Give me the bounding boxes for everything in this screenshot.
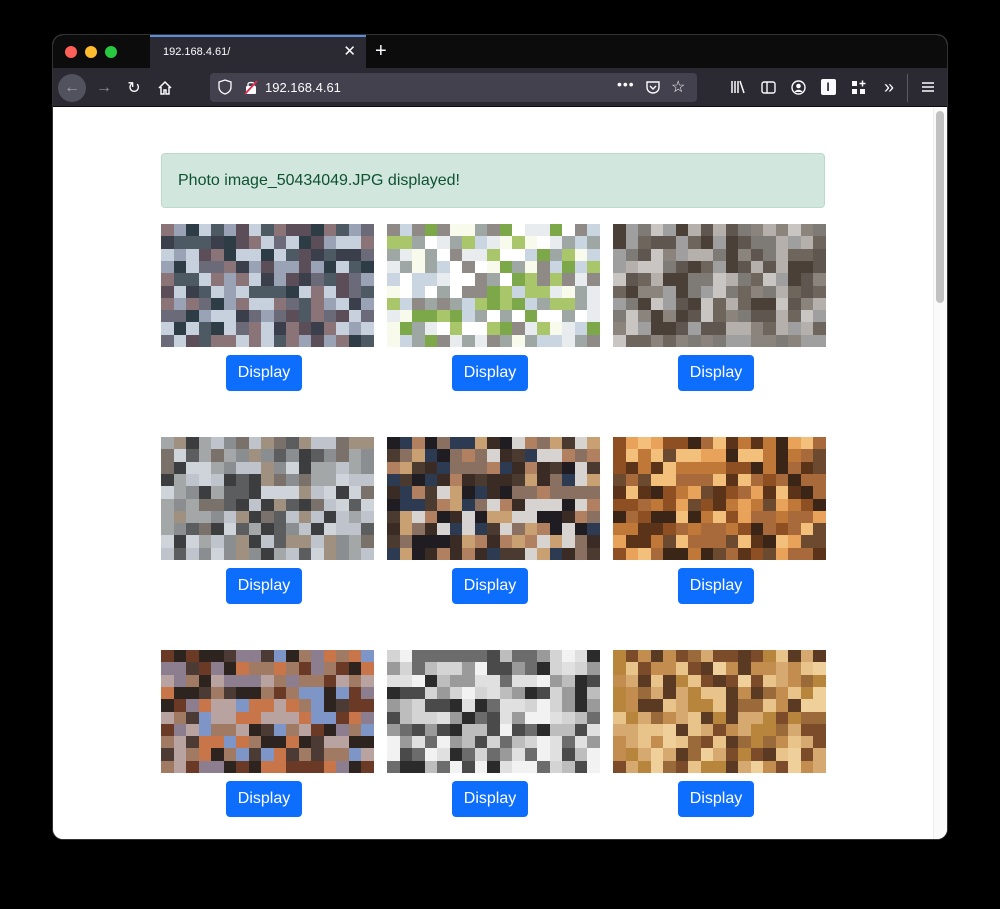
home-icon[interactable] [151, 74, 179, 102]
account-icon[interactable] [785, 74, 811, 100]
scrollbar-track[interactable] [933, 108, 947, 839]
scrollbar-thumb[interactable] [936, 111, 944, 303]
photo-thumbnail [387, 650, 600, 773]
tab-title: 192.168.4.61/ [163, 46, 231, 58]
url-text[interactable]: 192.168.4.61 [265, 80, 341, 95]
photo-card: Display [161, 650, 374, 817]
display-button[interactable]: Display [226, 568, 302, 604]
photo-thumbnail [161, 437, 374, 560]
insecure-lock-icon[interactable] [244, 80, 258, 95]
photo-card: Display [387, 650, 600, 817]
photo-card: Display [161, 437, 374, 604]
more-icon[interactable]: ••• [617, 76, 635, 92]
hamburger-menu-icon[interactable] [915, 74, 941, 100]
tab-close-icon[interactable]: ✕ [343, 44, 356, 59]
display-button[interactable]: Display [452, 781, 528, 817]
photo-thumbnail [387, 437, 600, 560]
shield-icon[interactable] [218, 79, 232, 95]
toolbar-divider [907, 74, 908, 102]
minimize-window-button[interactable] [85, 46, 97, 58]
display-button[interactable]: Display [678, 355, 754, 391]
pocket-icon[interactable] [645, 79, 661, 95]
photo-card: Display [387, 224, 600, 391]
forward-arrow-icon[interactable]: → [90, 74, 118, 102]
url-bar[interactable]: 192.168.4.61 ••• ☆ [210, 73, 697, 102]
display-button[interactable]: Display [452, 568, 528, 604]
extensions-icon[interactable] [845, 74, 871, 100]
display-button[interactable]: Display [678, 781, 754, 817]
reload-icon[interactable]: ↻ [120, 74, 148, 102]
new-tab-icon[interactable]: + [375, 40, 387, 62]
display-button[interactable]: Display [678, 568, 754, 604]
photo-thumbnail [161, 650, 374, 773]
photo-card: Display [613, 437, 826, 604]
1password-icon[interactable]: I [815, 74, 841, 100]
display-button[interactable]: Display [226, 355, 302, 391]
photo-card: Display [613, 650, 826, 817]
zoom-window-button[interactable] [105, 46, 117, 58]
display-button[interactable]: Display [226, 781, 302, 817]
overflow-chevron-icon[interactable]: » [876, 74, 902, 100]
sidebar-icon[interactable] [755, 74, 781, 100]
star-icon[interactable]: ☆ [671, 77, 685, 97]
photo-thumbnail [613, 650, 826, 773]
photo-thumbnail [387, 224, 600, 347]
photo-thumbnail [613, 224, 826, 347]
display-button[interactable]: Display [452, 355, 528, 391]
browser-window: 192.168.4.61/ ✕ + ← → ↻ 192.168.4.61 •••… [53, 35, 947, 839]
success-alert: Photo image_50434049.JPG displayed! [161, 153, 825, 208]
page-content: Photo image_50434049.JPG displayed! Disp… [53, 108, 947, 839]
library-icon[interactable] [725, 74, 751, 100]
navigation-toolbar: ← → ↻ 192.168.4.61 ••• ☆ I » [53, 68, 947, 107]
photo-card: Display [387, 437, 600, 604]
browser-tab[interactable]: 192.168.4.61/ ✕ [150, 35, 366, 68]
photo-thumbnail [613, 437, 826, 560]
photo-card: Display [161, 224, 374, 391]
photo-thumbnail [161, 224, 374, 347]
back-arrow-icon[interactable]: ← [58, 74, 86, 102]
photo-card: Display [613, 224, 826, 391]
close-window-button[interactable] [65, 46, 77, 58]
titlebar: 192.168.4.61/ ✕ + [53, 35, 947, 68]
